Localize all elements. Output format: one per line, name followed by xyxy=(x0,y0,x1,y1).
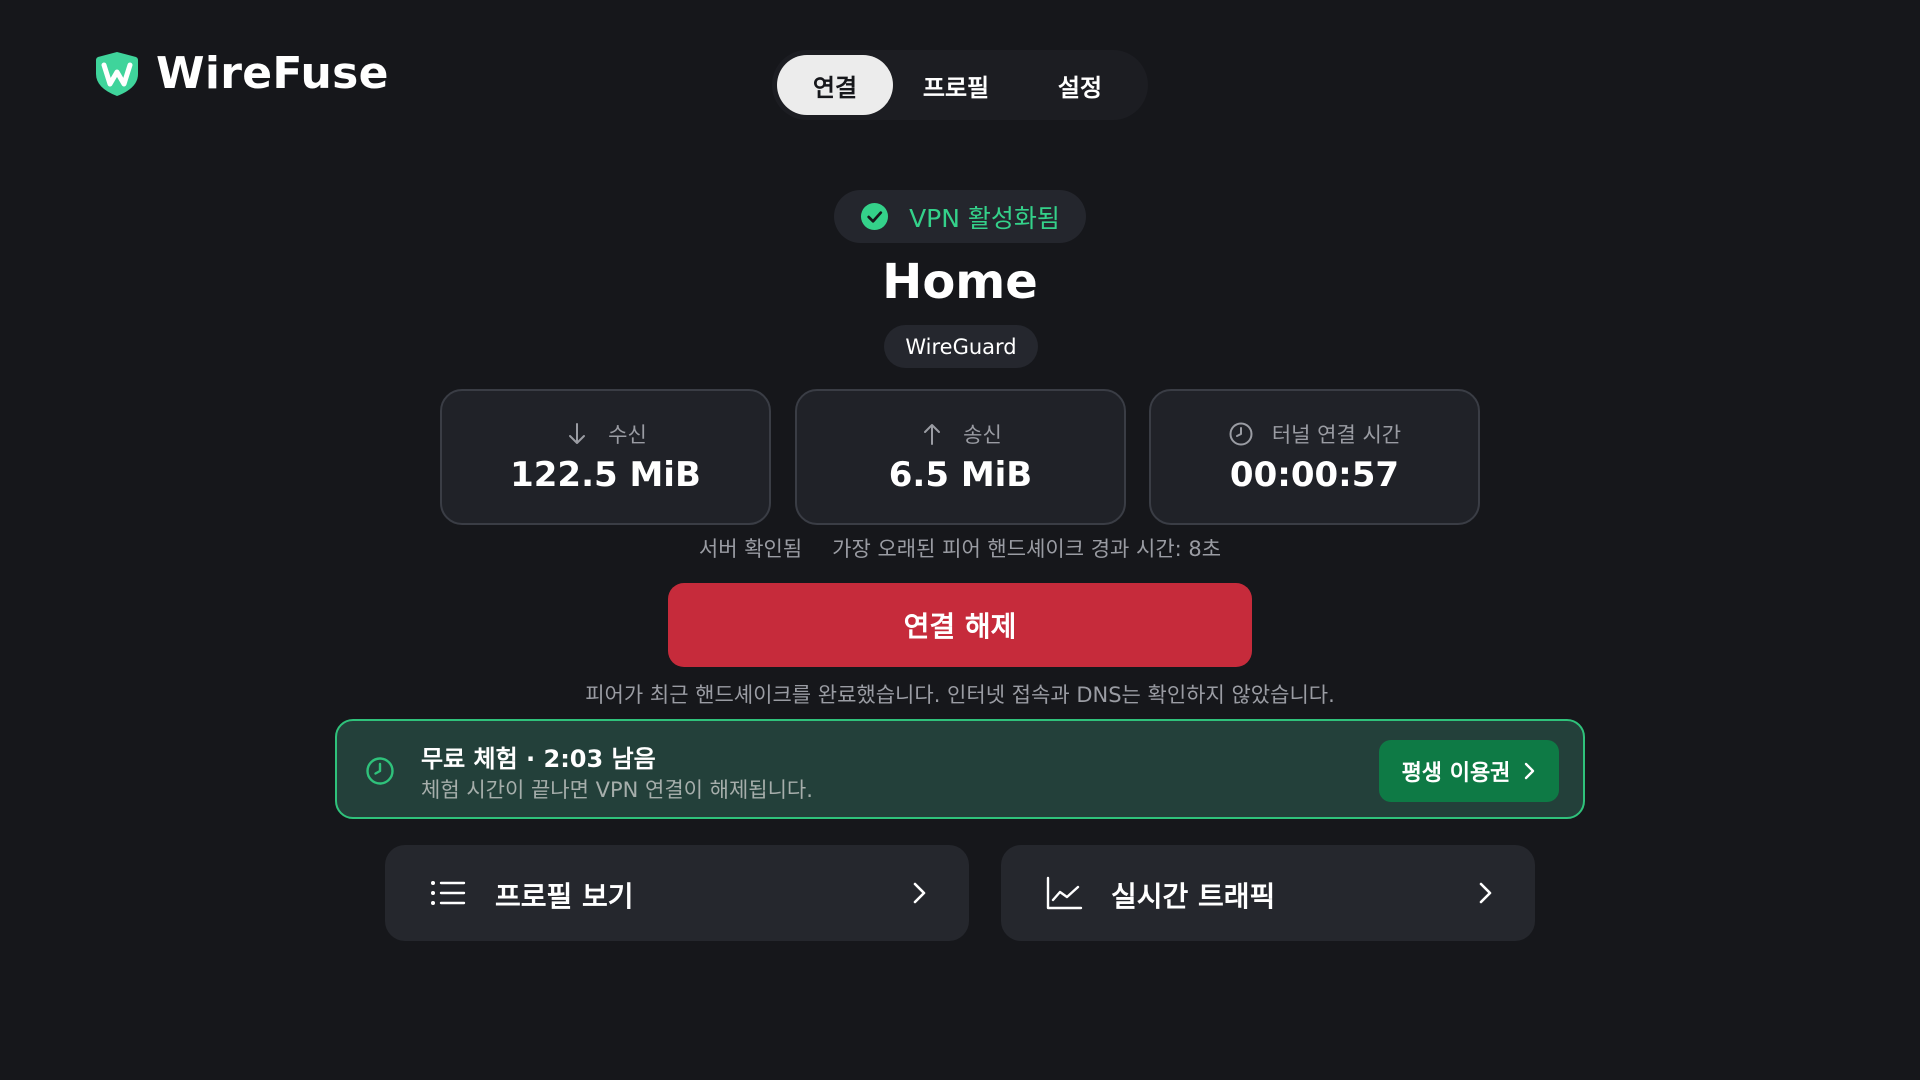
list-icon xyxy=(431,881,466,905)
chevron-right-icon xyxy=(1525,762,1535,780)
server-status: 서버 확인됨 xyxy=(698,537,803,561)
main-tabs: 연결 프로필 설정 xyxy=(772,50,1148,120)
connection-meta: 서버 확인됨 가장 오래된 피어 핸드셰이크 경과 시간: 8초 xyxy=(0,533,1920,563)
clock-icon xyxy=(366,757,394,785)
protocol-badge: WireGuard xyxy=(884,325,1038,368)
app-name: WireFuse xyxy=(156,48,389,99)
live-traffic-card[interactable]: 실시간 트래픽 xyxy=(1001,845,1535,941)
disconnect-button[interactable]: 연결 해제 xyxy=(668,583,1252,667)
shield-logo-icon xyxy=(96,51,138,96)
nav-label: 프로필 보기 xyxy=(495,880,634,913)
handshake-age: 가장 오래된 피어 핸드셰이크 경과 시간: 8초 xyxy=(832,537,1222,561)
app-window: WireFuse 연결 프로필 설정 VPN 활성화됨 Home WireGua… xyxy=(0,0,1920,1080)
stat-card-sent: 송신 6.5 MiB xyxy=(795,389,1126,525)
arrow-down-icon xyxy=(569,423,586,444)
arrow-up-icon xyxy=(924,424,941,445)
trial-subtitle: 체험 시간이 끝나면 VPN 연결이 해제됩니다. xyxy=(421,778,813,802)
status-text: VPN 활성화됨 xyxy=(909,203,1060,233)
tab-connection[interactable]: 연결 xyxy=(777,55,893,115)
nav-label: 실시간 트래픽 xyxy=(1111,880,1276,913)
stat-value: 00:00:57 xyxy=(1229,455,1400,495)
trial-title: 무료 체험 · 2:03 남음 xyxy=(421,745,656,773)
chevron-right-icon xyxy=(913,882,926,904)
lifetime-license-button[interactable]: 평생 이용권 xyxy=(1379,740,1559,802)
view-profiles-card[interactable]: 프로필 보기 xyxy=(385,845,969,941)
stat-label: 송신 xyxy=(963,423,1002,447)
handshake-note: 피어가 최근 핸드셰이크를 완료했습니다. 인터넷 접속과 DNS는 확인하지 … xyxy=(585,683,1335,707)
stat-label: 수신 xyxy=(608,423,647,447)
stat-value: 6.5 MiB xyxy=(888,455,1033,495)
clock-icon xyxy=(1229,422,1253,446)
stat-label: 터널 연결 시간 xyxy=(1271,423,1402,447)
trial-banner: 무료 체험 · 2:03 남음 체험 시간이 끝나면 VPN 연결이 해제됩니다… xyxy=(335,719,1585,819)
tab-profiles[interactable]: 프로필 xyxy=(893,55,1019,115)
chevron-right-icon xyxy=(1479,882,1492,904)
check-circle-icon xyxy=(861,202,889,231)
stat-card-received: 수신 122.5 MiB xyxy=(440,389,771,525)
stat-value: 122.5 MiB xyxy=(510,455,701,495)
lifetime-button-label: 평생 이용권 xyxy=(1401,761,1511,786)
status-badge: VPN 활성화됨 xyxy=(834,190,1086,243)
brand: WireFuse xyxy=(94,48,389,99)
stat-card-uptime: 터널 연결 시간 00:00:57 xyxy=(1149,389,1480,525)
tab-settings[interactable]: 설정 xyxy=(1019,55,1141,115)
line-chart-icon xyxy=(1046,876,1083,910)
profile-name: Home xyxy=(882,254,1038,310)
